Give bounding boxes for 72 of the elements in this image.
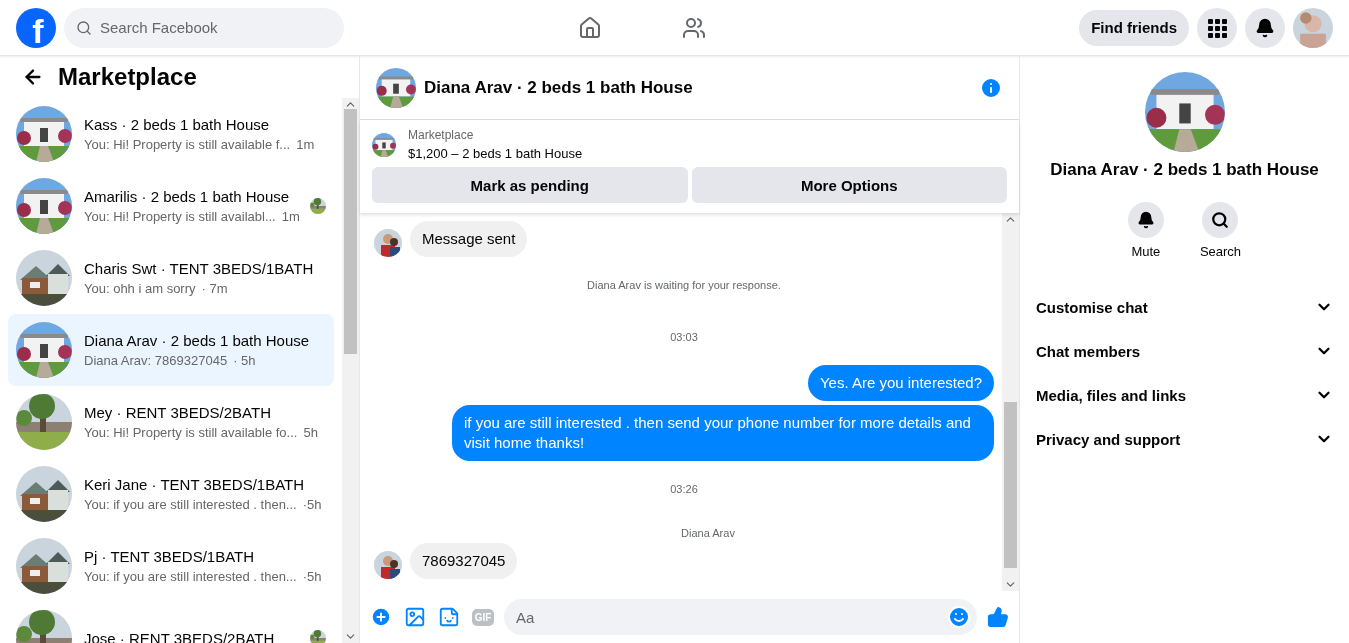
message-preview: You: if you are still interested . then... [84, 569, 297, 584]
conversation-item[interactable]: Charis Swt · TENT 3BEDS/1BATH You: ohh i am sorry · 7m [8, 242, 334, 314]
facebook-logo[interactable]: f [16, 7, 56, 48]
listing-button[interactable]: More Options [691, 167, 1007, 203]
chat-title: Diana Arav · 2 beds 1 bath House [424, 77, 694, 98]
message-time: ·5h [302, 497, 322, 512]
action-label: Mute [1131, 244, 1161, 259]
add-icon[interactable] [370, 606, 392, 628]
search-icon [76, 19, 92, 36]
message-bubble: Message sent [410, 221, 528, 257]
conversation-name: Diana Arav · 2 beds 1 bath House [84, 332, 311, 349]
mute-button[interactable] [1127, 202, 1164, 238]
page-title: Marketplace [58, 63, 197, 91]
contact-name: Diana Arav · 2 beds 1 bath House [1050, 160, 1319, 180]
conversation-name: Amarilis · 2 beds 1 bath House [84, 188, 291, 205]
message-preview: You: Hi! Property is still available fo... [84, 425, 298, 440]
message-preview: You: Hi! Property is still available f... [84, 137, 291, 152]
message-time: · 7m [201, 281, 228, 296]
find-friends-button[interactable]: Find friends [1079, 9, 1189, 46]
conversation-item[interactable]: Kass · 2 beds 1 bath House You: Hi! Property is still available f... 1m [8, 98, 334, 170]
message-preview: You: ohh i am sorry [84, 281, 196, 296]
conversation-name: Charis Swt · TENT 3BEDS/1BATH [84, 260, 315, 277]
section-header[interactable]: Privacy and support [1036, 430, 1181, 448]
conversation-item[interactable]: Diana Arav · 2 beds 1 bath House Diana Arav: 7869327045 · 5h [8, 314, 334, 386]
conversation-item[interactable]: Jose · RENT 3BEDS/2BATH [8, 602, 334, 643]
timestamp: 03:03 [670, 331, 698, 343]
message-bubble: if you are still interested . then send your phone number for more details and visit home thanks! [452, 405, 994, 461]
section-header[interactable]: Chat members [1036, 342, 1141, 360]
conversation-item[interactable]: Pj · TENT 3BEDS/1BATH You: if you are still interested . then... ·5h [8, 530, 334, 602]
people-icon[interactable] [681, 15, 706, 40]
message-time: 5h [303, 425, 318, 440]
bell-icon [1255, 17, 1275, 38]
message-field[interactable]: Aa [504, 599, 977, 635]
listing-button[interactable]: Mark as pending [372, 167, 688, 203]
message-time: · 5h [233, 353, 256, 368]
section-header[interactable]: Media, files and links [1036, 386, 1187, 404]
message-time: ·5h [302, 569, 322, 584]
scrollbar[interactable] [1002, 213, 1019, 591]
sticker-icon[interactable] [438, 606, 460, 628]
message-preview: Diana Arav: 7869327045 [84, 353, 228, 368]
search-field[interactable]: Search Facebook [64, 7, 344, 48]
conversation-name: Jose · RENT 3BEDS/2BATH [84, 629, 276, 643]
conversation-name: Kass · 2 beds 1 bath House [84, 116, 271, 133]
message-preview: You: Hi! Property is still availabl... [84, 209, 276, 224]
menu-button[interactable] [1197, 7, 1237, 48]
conversation-item[interactable]: Mey · RENT 3BEDS/2BATH You: Hi! Property is still available fo... 5h [8, 386, 334, 458]
message-bubble: 7869327045 [410, 543, 518, 579]
conversation-item[interactable]: Amarilis · 2 beds 1 bath House You: Hi! Property is still availabl... 1m [8, 170, 334, 242]
message-bubble: Yes. Are you interested? [807, 365, 994, 401]
conversation-name: Pj · TENT 3BEDS/1BATH [84, 548, 256, 565]
home-icon[interactable] [577, 15, 602, 40]
timestamp: 03:26 [670, 483, 698, 495]
message-preview: You: if you are still interested . then... [84, 497, 297, 512]
message-time: 1m [296, 137, 315, 152]
listing-title: $1,200 – 2 beds 1 bath House [408, 146, 583, 161]
status-text: Diana Arav is waiting for your response. [587, 279, 781, 291]
grid-icon [1207, 17, 1227, 38]
thumbs-up-icon[interactable] [987, 606, 1009, 628]
bell-icon [1136, 211, 1155, 229]
listing-label: Marketplace [408, 128, 475, 142]
conversation-name: Mey · RENT 3BEDS/2BATH [84, 404, 272, 421]
search-button[interactable] [1202, 202, 1239, 238]
message-time: 1m [281, 209, 300, 224]
sender-name: Diana Arav [681, 527, 735, 539]
scrollbar[interactable] [342, 98, 359, 643]
conversation-name: Keri Jane · TENT 3BEDS/1BATH [84, 476, 306, 493]
image-icon[interactable] [404, 606, 426, 628]
conversation-item[interactable]: Keri Jane · TENT 3BEDS/1BATH You: if you are still interested . then... ·5h [8, 458, 334, 530]
notifications-button[interactable] [1245, 7, 1285, 48]
search-icon [1211, 211, 1230, 229]
action-label: Search [1199, 244, 1242, 259]
section-header[interactable]: Customise chat [1036, 298, 1148, 316]
